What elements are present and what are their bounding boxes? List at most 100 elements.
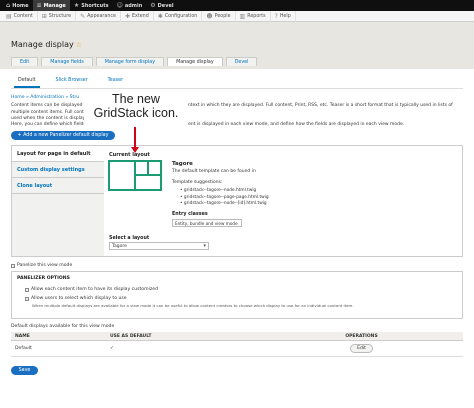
- select-layout-value: Tagore: [112, 244, 127, 249]
- template-suggestion: gridstack--tagore--node--[id].html.twig: [180, 201, 269, 208]
- chevron-down-icon: ▾: [203, 243, 206, 249]
- row-name: Default: [15, 346, 32, 351]
- save-button[interactable]: Save: [11, 366, 38, 375]
- tray-content[interactable]: ▤ Content: [2, 10, 38, 22]
- tab-teaser[interactable]: Teaser: [104, 76, 127, 88]
- star-icon: ★: [73, 2, 80, 9]
- option-description: When multiple default displays are avail…: [32, 303, 354, 308]
- table-header: NAME USE AS DEFAULT OPERATIONS: [11, 332, 463, 341]
- tab-manage-fields[interactable]: Manage fields: [41, 57, 93, 66]
- tab-edit[interactable]: Edit: [11, 57, 39, 66]
- page-title: Manage display ☆: [11, 40, 82, 49]
- entry-classes-label: Entry classes: [172, 212, 208, 217]
- column-header: USE AS DEFAULT: [110, 333, 152, 339]
- tray-label: Extend: [131, 13, 149, 19]
- column-header: NAME: [15, 333, 30, 339]
- panelize-view-mode: Panelize this view mode: [11, 263, 72, 268]
- template-suggestions-list: gridstack--tagore--node.html.twig gridst…: [180, 188, 269, 208]
- option-label: Allow users to select which display to u…: [31, 296, 127, 301]
- devel-icon: ⚙: [150, 2, 156, 9]
- annotation-arrow-head: [131, 147, 139, 153]
- panelizer-options: PANELIZER OPTIONS Allow each content ite…: [11, 271, 463, 319]
- tray-appearance[interactable]: ✎ Appearance: [76, 10, 121, 22]
- gridstack-cell: [136, 162, 147, 174]
- help-text: Content items can be displayed using dif…: [11, 103, 463, 123]
- column-header: OPERATIONS: [345, 333, 378, 339]
- tray-extend[interactable]: ✚ Extend: [121, 10, 154, 22]
- help-line: Content items can be displayed using dif…: [11, 103, 453, 115]
- tray-label: Structure: [48, 13, 72, 19]
- page-title-text: Manage display: [11, 40, 74, 49]
- tab-devel[interactable]: Devel: [225, 57, 258, 66]
- select-display-checkbox[interactable]: [25, 296, 29, 301]
- tab-manage-form-display[interactable]: Manage form display: [95, 57, 165, 66]
- breadcrumb[interactable]: Home » Administration » Stru: [11, 95, 79, 100]
- content-icon: ▤: [6, 12, 12, 20]
- admin-toolbar: ⌂ Home ≡ Manage ★ Shortcuts ☺ admin ⚙ Devel: [0, 0, 474, 11]
- toolbar-user-label: admin: [124, 2, 143, 9]
- edit-button[interactable]: Edit: [350, 344, 373, 353]
- tabs-divider: [11, 88, 463, 89]
- add-panelizer-display-button[interactable]: + Add a new Panelizer default display: [11, 131, 115, 140]
- toolbar-manage[interactable]: ≡ Manage: [32, 0, 70, 11]
- help-icon: ?: [274, 12, 278, 20]
- tray-label: Appearance: [87, 13, 116, 19]
- home-icon: ⌂: [6, 2, 11, 9]
- gridstack-icon: [108, 160, 162, 191]
- vtab-custom-display[interactable]: Custom display settings: [12, 162, 104, 178]
- admin-tray: ▤ Content ⊞ Structure ✎ Appearance ✚ Extend …: [0, 10, 474, 22]
- row-operations: Edit: [260, 344, 463, 353]
- primary-tabs: Edit Manage fields Manage form display M…: [11, 57, 258, 66]
- layout-name: Tagore: [172, 161, 193, 167]
- menu-icon: ≡: [36, 2, 42, 9]
- tray-label: Configuration: [164, 13, 198, 19]
- gridstack-cell: [110, 162, 134, 189]
- tray-help[interactable]: ? Help: [271, 10, 296, 22]
- tray-label: Help: [279, 13, 291, 19]
- secondary-tabs: Default Slick Browser Teaser: [14, 76, 127, 88]
- customize-checkbox[interactable]: [25, 287, 29, 292]
- toolbar-devel-label: Devel: [157, 2, 174, 9]
- tray-label: People: [214, 13, 231, 19]
- select-layout-dropdown[interactable]: Tagore ▾: [109, 242, 209, 250]
- toolbar-devel[interactable]: ⚙ Devel: [146, 0, 177, 11]
- tray-people[interactable]: ☻ People: [202, 10, 236, 22]
- tab-manage-display[interactable]: Manage display: [167, 57, 223, 66]
- vertical-tabs: Layout for page in default Custom displa…: [11, 145, 105, 257]
- select-layout-label: Select a layout: [109, 236, 150, 241]
- defaults-label: Default displays available for this view…: [11, 324, 115, 329]
- toolbar-shortcuts[interactable]: ★ Shortcuts: [70, 0, 113, 11]
- callout-line: The new: [112, 92, 160, 106]
- configuration-icon: ✱: [157, 12, 163, 20]
- tray-label: Content: [13, 13, 33, 19]
- entry-classes-select[interactable]: Entity, bundle and view mode: [172, 219, 242, 227]
- tray-reports[interactable]: ▥ Reports: [236, 10, 271, 22]
- structure-icon: ⊞: [41, 12, 47, 20]
- panelizer-options-title: PANELIZER OPTIONS: [17, 276, 70, 281]
- people-icon: ☻: [206, 12, 213, 20]
- option-select-display: Allow users to select which display to u…: [12, 294, 462, 303]
- template-suggestions-label: Template suggestions:: [172, 180, 223, 185]
- tab-slick-browser[interactable]: Slick Browser: [52, 76, 92, 88]
- toolbar-user[interactable]: ☺ admin: [113, 0, 147, 11]
- user-icon: ☺: [116, 2, 123, 9]
- row-default-check-icon: ✓: [110, 346, 114, 351]
- gridstack-cell: [149, 162, 160, 174]
- favorite-star-icon[interactable]: ☆: [76, 41, 82, 49]
- toolbar-manage-label: Manage: [43, 2, 66, 9]
- toolbar-home-label: Home: [12, 2, 29, 9]
- tab-default[interactable]: Default: [14, 76, 40, 88]
- callout-line: GridStack icon.: [93, 106, 179, 120]
- vtab-layout[interactable]: Layout for page in default: [12, 146, 105, 162]
- panelize-checkbox[interactable]: [11, 263, 15, 268]
- option-label: Allow each content item to have its disp…: [31, 287, 159, 292]
- layout-description: The default template can be found in: [172, 169, 256, 174]
- tray-configuration[interactable]: ✱ Configuration: [154, 10, 203, 22]
- tray-label: Reports: [247, 13, 266, 19]
- tray-structure[interactable]: ⊞ Structure: [38, 10, 77, 22]
- toolbar-home[interactable]: ⌂ Home: [2, 0, 33, 11]
- appearance-icon: ✎: [80, 12, 86, 20]
- extend-icon: ✚: [124, 12, 130, 20]
- vtab-clone-layout[interactable]: Clone layout: [12, 178, 104, 194]
- annotation-callout: The new GridStack icon.: [84, 92, 188, 126]
